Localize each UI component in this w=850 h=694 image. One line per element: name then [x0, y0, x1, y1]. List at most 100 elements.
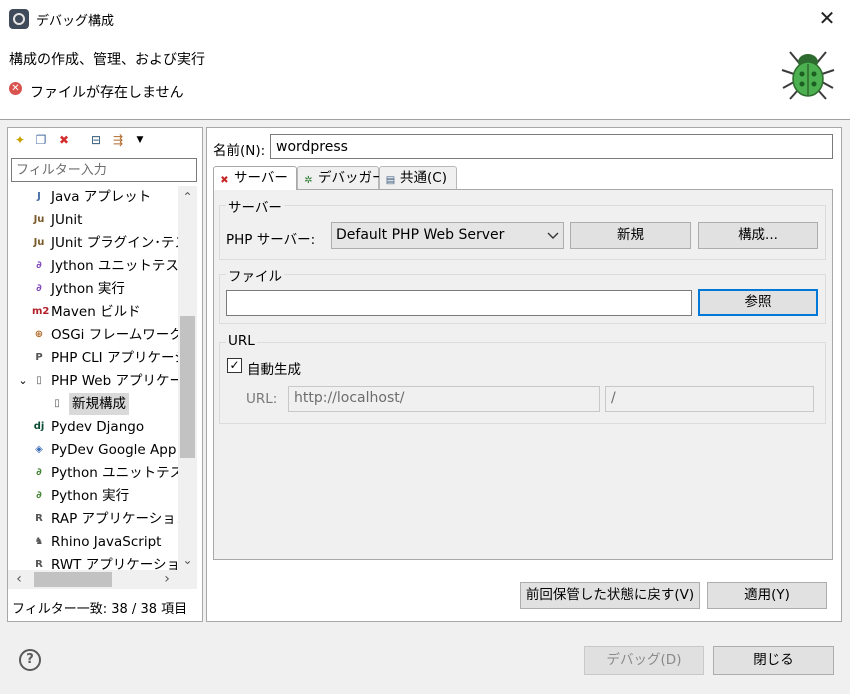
tree-item[interactable]: ♞ Rhino JavaScript [8, 531, 178, 553]
tree-item-label: Python ユニットテスト [51, 465, 178, 481]
scroll-left-icon[interactable]: ‹ [10, 570, 28, 589]
close-window-icon[interactable]: ✕ [812, 6, 842, 32]
tree-item[interactable]: R RWT アプリケーション [8, 554, 178, 570]
dialog-header-title: 構成の作成、管理、および実行 [9, 52, 205, 68]
launch-type-icon: R [35, 559, 43, 570]
tree-item[interactable]: m2 Maven ビルド [8, 301, 178, 323]
server-group-title: サーバー [226, 196, 284, 216]
tab-debugger[interactable]: ✲ デバッガー [297, 166, 386, 190]
tree-item-label: PyDev Google App [51, 442, 177, 458]
file-group-title: ファイル [226, 265, 284, 285]
configure-server-button[interactable]: 構成... [698, 222, 818, 249]
tree-item-label: Rhino JavaScript [51, 534, 162, 550]
launch-type-icon: R [35, 513, 43, 524]
tree-item-label: OSGi フレームワーク [51, 327, 178, 343]
window-title: デバッグ構成 [36, 14, 115, 29]
tab-server-label: サーバー [234, 170, 288, 186]
filter-input[interactable] [11, 158, 197, 182]
scroll-down-icon[interactable]: ⌄ [178, 551, 197, 569]
tree-item-label: RAP アプリケーション [51, 511, 178, 527]
launch-type-icon: P [35, 352, 43, 363]
tree-item[interactable]: ∂ Jython ユニットテスト [8, 255, 178, 277]
launch-type-icon: J [37, 191, 41, 202]
tree-item[interactable]: ⊕ OSGi フレームワーク [8, 324, 178, 346]
collapse-all-icon[interactable]: ⊟ [88, 132, 104, 148]
title-bar [0, 0, 850, 38]
tree-item[interactable]: ◈ PyDev Google App [8, 439, 178, 461]
tree-vertical-scroll-thumb[interactable] [180, 316, 195, 458]
tree-horizontal-scroll-thumb[interactable] [34, 572, 112, 587]
launch-type-icon: ▯ [54, 398, 60, 409]
launch-type-icon: ♞ [34, 536, 44, 547]
expand-chevron-icon[interactable]: ⌄ [16, 374, 30, 388]
auto-generate-checkbox[interactable]: ✓ [227, 358, 242, 373]
php-server-label: PHP サーバー: [226, 232, 316, 248]
tree-item-label: Jython 実行 [51, 281, 125, 297]
url-input: http://localhost/ [288, 386, 600, 412]
filter-icon[interactable]: ⇶ [110, 132, 126, 148]
tree-item[interactable]: ⌄ ▯ PHP Web アプリケー [8, 370, 178, 392]
view-menu-chevron-icon[interactable]: ▼ [132, 132, 148, 148]
delete-icon[interactable]: ✖ [56, 132, 72, 148]
tree-item[interactable]: R RAP アプリケーション [8, 508, 178, 530]
filter-match-count: フィルター一致: 38 / 38 項目 [12, 602, 188, 617]
tree-item[interactable]: dj Pydev Django [8, 416, 178, 438]
tree-item[interactable]: J Java アプレット [8, 186, 178, 208]
auto-generate-label: 自動生成 [247, 362, 301, 378]
debug-button[interactable]: デバッグ(D) [584, 646, 704, 675]
scroll-up-icon[interactable]: ⌃ [178, 188, 197, 206]
common-tab-icon: ▤ [385, 175, 396, 186]
tree-item-label: Python 実行 [51, 488, 130, 504]
launch-type-icon: ∂ [36, 467, 42, 478]
tree-item-label: Java アプレット [51, 189, 152, 205]
tree-item[interactable]: ∂ Python ユニットテスト [8, 462, 178, 484]
tree-item[interactable]: Ju JUnit [8, 209, 178, 231]
tab-server[interactable]: ✖ サーバー [213, 166, 297, 190]
name-input[interactable] [270, 134, 833, 159]
error-message: ファイルが存在しません [30, 85, 184, 101]
tree-item[interactable]: Ju JUnit プラグイン･テス [8, 232, 178, 254]
scroll-right-icon[interactable]: › [158, 570, 176, 589]
new-configuration-icon[interactable]: ✦ [12, 132, 28, 148]
php-server-select[interactable]: Default PHP Web Server [331, 222, 564, 249]
tree-item[interactable]: ∂ Python 実行 [8, 485, 178, 507]
help-icon[interactable]: ? [19, 649, 41, 671]
close-button[interactable]: 閉じる [713, 646, 834, 675]
launch-type-icon: m2 [32, 306, 50, 317]
launch-type-icon: ∂ [36, 260, 42, 271]
launch-type-icon: Ju [33, 214, 45, 225]
launch-type-icon: ⊕ [34, 329, 44, 340]
apply-button[interactable]: 適用(Y) [707, 582, 827, 609]
debugger-tab-icon: ✲ [304, 175, 313, 186]
launch-type-icon: ◈ [35, 444, 43, 455]
new-server-button[interactable]: 新規 [570, 222, 691, 249]
php-server-select-value: Default PHP Web Server [336, 227, 505, 243]
tree-item[interactable]: P PHP CLI アプリケーシ [8, 347, 178, 369]
tab-common[interactable]: ▤ 共通(C) [379, 166, 457, 190]
tree-item-label: Pydev Django [51, 419, 145, 435]
tree-item-label: 新規構成 [69, 393, 129, 415]
chevron-down-icon [547, 232, 559, 239]
bug-icon [781, 51, 835, 100]
file-input[interactable] [226, 290, 692, 316]
eclipse-app-icon [9, 9, 29, 29]
duplicate-icon[interactable]: ❐ [33, 132, 49, 148]
tab-debugger-label: デバッガー [318, 170, 386, 186]
url-path-input: / [605, 386, 814, 412]
configuration-tree: J Java アプレット Ju JUnit Ju JUnit プラグイン･テス ∂ Jytho… [8, 186, 178, 570]
error-icon: ✕ [9, 82, 22, 95]
tree-item[interactable]: ▯ 新規構成 [8, 393, 178, 415]
tree-item-label: JUnit [51, 212, 83, 228]
server-tab-icon: ✖ [220, 175, 229, 186]
url-label: URL: [246, 391, 278, 407]
tree-item[interactable]: ∂ Jython 実行 [8, 278, 178, 300]
url-group-title: URL [226, 333, 257, 349]
name-label: 名前(N): [213, 143, 266, 159]
tree-item-label: Maven ビルド [51, 304, 141, 320]
revert-button[interactable]: 前回保管した状態に戻す(V) [520, 582, 700, 609]
tab-common-label: 共通(C) [400, 170, 447, 186]
browse-button[interactable]: 参照 [698, 289, 818, 316]
tree-item-label: PHP CLI アプリケーシ [51, 350, 178, 366]
tree-item-label: RWT アプリケーション [51, 557, 178, 570]
tree-item-label: PHP Web アプリケー [51, 373, 178, 389]
